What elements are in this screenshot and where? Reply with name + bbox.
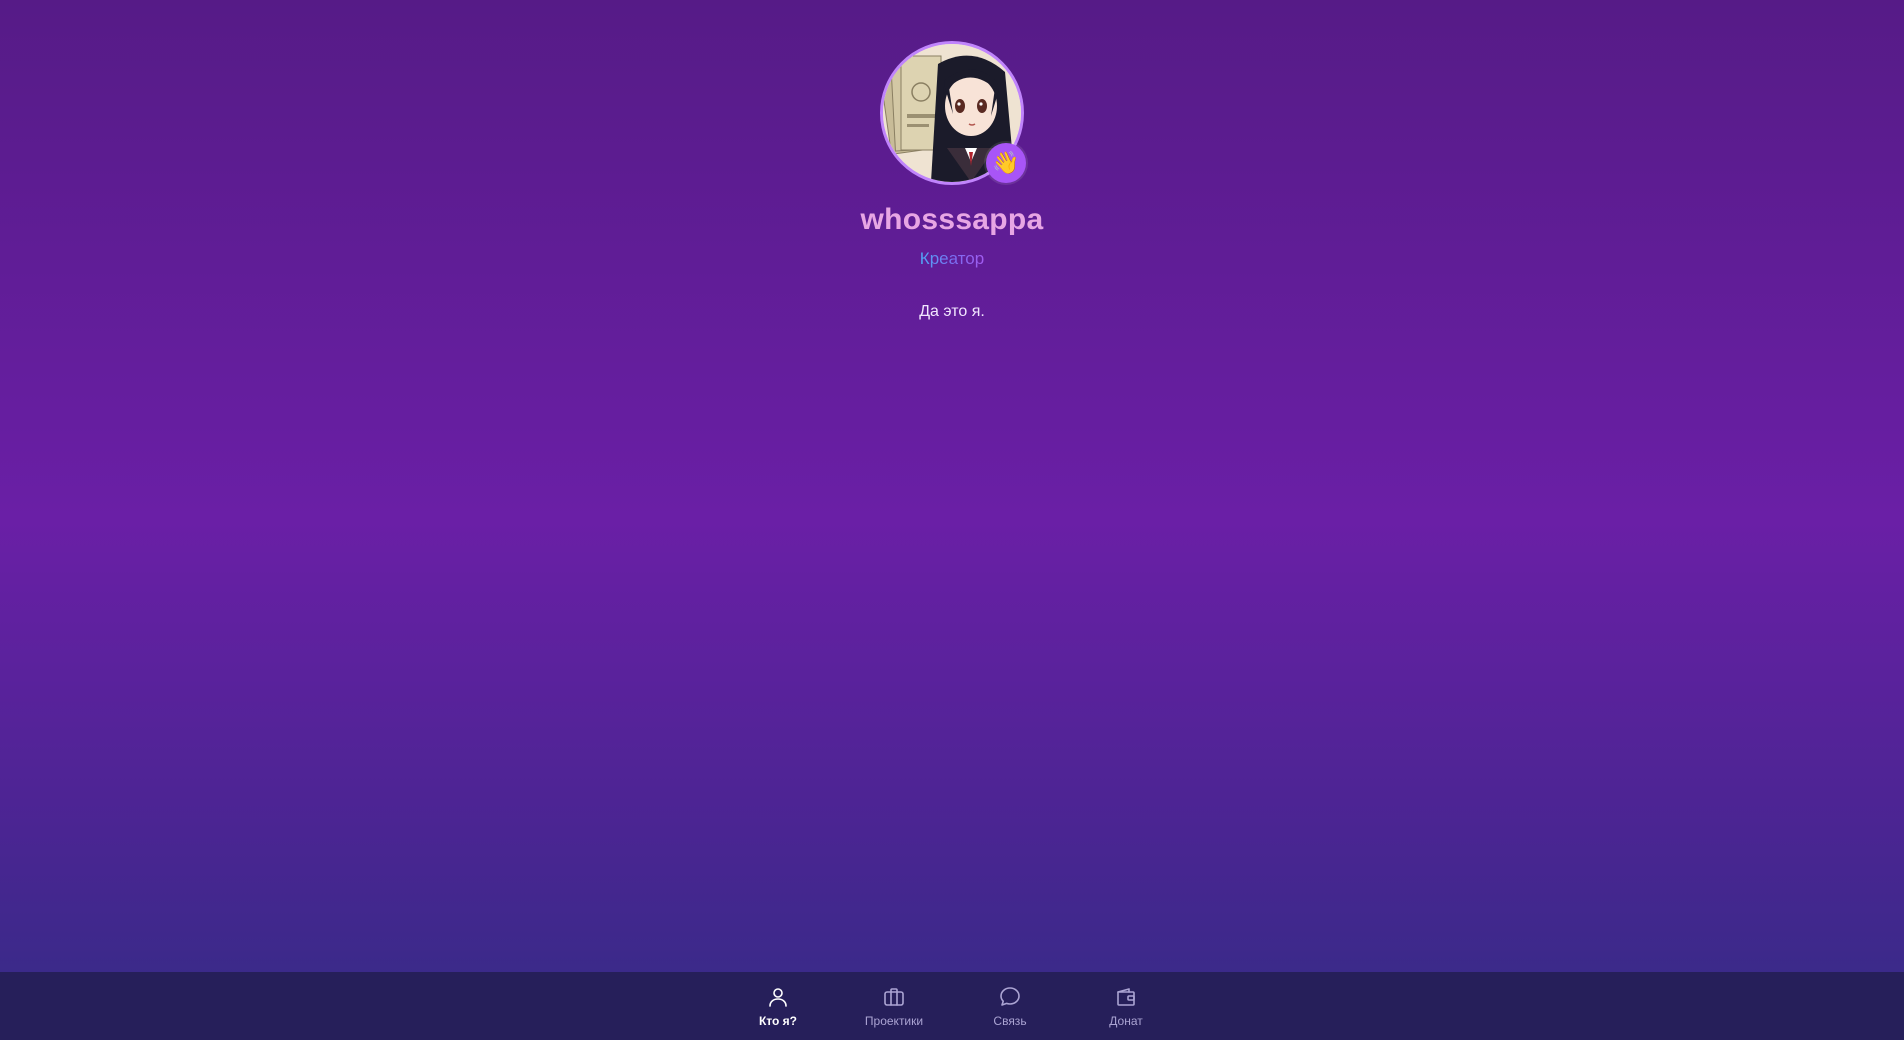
profile-section: 👋 whosssappa Креатор Да это я. <box>0 0 1904 321</box>
avatar-container: 👋 <box>880 41 1026 185</box>
nav-label-donate: Донат <box>1109 1013 1143 1028</box>
nav-item-contact[interactable]: Связь <box>952 985 1068 1028</box>
chat-bubble-icon <box>1000 986 1020 1006</box>
nav-label-contact: Связь <box>993 1013 1027 1028</box>
waving-hand-glyph: 👋 <box>992 150 1020 175</box>
bio-text: Да это я. <box>919 303 985 320</box>
nav-label-projects: Проектики <box>864 1013 924 1028</box>
nav-item-about[interactable]: Кто я? <box>720 985 836 1028</box>
bottom-navigation: Кто я? Проектики Связь Донат <box>0 972 1904 1040</box>
waving-hand-icon: 👋 <box>986 143 1026 183</box>
role-label: Креатор <box>919 249 985 268</box>
username: whosssappa <box>860 203 1044 236</box>
user-icon <box>769 987 787 1007</box>
briefcase-icon <box>884 987 904 1006</box>
wallet-icon <box>1117 987 1135 1006</box>
nav-label-about: Кто я? <box>758 1013 798 1028</box>
nav-item-donate[interactable]: Донат <box>1068 985 1184 1028</box>
banknotes-illustration <box>883 55 942 155</box>
nav-item-projects[interactable]: Проектики <box>836 985 952 1028</box>
